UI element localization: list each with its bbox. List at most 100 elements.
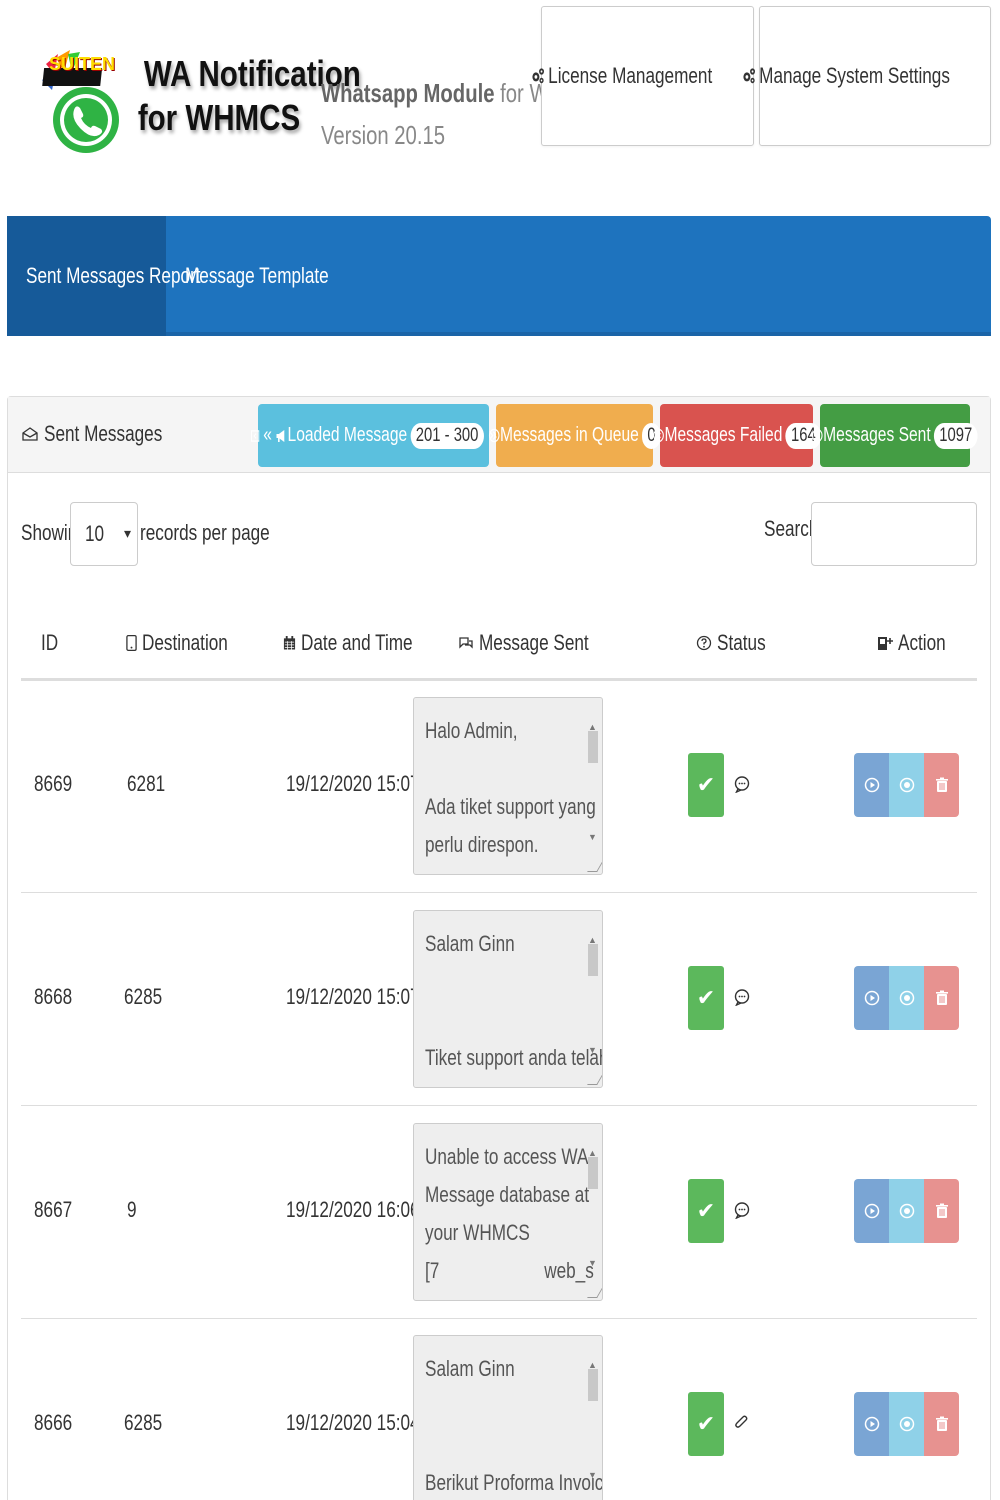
message-line: [7 web_s xyxy=(425,1258,594,1283)
resend-button[interactable] xyxy=(854,1392,889,1456)
textarea-scrollbar[interactable]: ▲ ▼ xyxy=(587,919,599,1079)
module-name: Whatsapp Module xyxy=(321,78,495,108)
column-header-destination[interactable]: Destination xyxy=(126,630,252,656)
play-circle-icon xyxy=(864,1416,879,1432)
messages-failed-badge: Messages Failed 164 xyxy=(652,404,821,467)
manage-system-settings-button[interactable]: Manage System Settings xyxy=(743,6,991,146)
message-textarea[interactable]: Halo Admin, Ada tiket support yang perlu… xyxy=(413,697,603,875)
trash-icon xyxy=(935,990,948,1005)
app-title-line2: for WHMCS xyxy=(137,97,301,138)
row-id: 8667 xyxy=(34,1197,73,1222)
panel-title-text: Sent Messages xyxy=(44,421,163,446)
column-header-status-label: Status xyxy=(717,630,766,655)
check-icon: ✔ xyxy=(696,1411,716,1436)
message-textarea[interactable]: Salam Ginn Tiket support anda telah ber.… xyxy=(413,910,603,1088)
chat-icon[interactable] xyxy=(733,775,751,793)
chat-icon[interactable] xyxy=(733,1201,751,1219)
tab-sent-messages-report[interactable]: Sent Messages Report xyxy=(7,216,201,336)
column-header-id[interactable]: ID xyxy=(41,630,63,656)
column-header-destination-label: Destination xyxy=(142,630,228,655)
message-line: Berikut Proforma Invoice xyxy=(425,1470,603,1495)
messages-failed-label: Messages Failed xyxy=(664,424,782,446)
license-management-button[interactable]: License Management xyxy=(532,6,754,146)
mobile-icon xyxy=(126,635,137,651)
status-sent-button[interactable]: ✔ xyxy=(688,966,724,1030)
tab-label: Message Template xyxy=(185,263,329,288)
row-divider xyxy=(21,892,977,893)
column-header-message[interactable]: Message Sent xyxy=(458,630,620,656)
prev-page-icon[interactable]: « xyxy=(263,424,272,447)
message-textarea[interactable]: Unable to access WA Message database at … xyxy=(413,1123,603,1301)
column-header-status[interactable]: Status xyxy=(696,630,779,656)
resend-button[interactable] xyxy=(854,966,889,1030)
row-destination: 6285 xyxy=(124,1410,163,1435)
check-icon: ✔ xyxy=(696,772,716,797)
textarea-scrollbar[interactable]: ▲ ▼ xyxy=(587,706,599,866)
gears-icon xyxy=(532,68,545,84)
column-header-action[interactable]: Action xyxy=(877,630,959,656)
resend-button[interactable] xyxy=(854,1179,889,1243)
trash-icon xyxy=(935,777,948,792)
search-input[interactable] xyxy=(811,502,977,566)
messages-sent-count: 1097 xyxy=(934,422,979,449)
row-actions xyxy=(854,1179,959,1243)
trash-icon xyxy=(935,1416,948,1431)
chevron-down-icon: ▾ xyxy=(123,525,131,541)
row-destination: 6285 xyxy=(124,984,163,1009)
paperclip-icon[interactable] xyxy=(733,1414,751,1432)
header-divider xyxy=(21,678,977,681)
clock-icon xyxy=(488,428,500,443)
message-line: Unable to access WA xyxy=(425,1144,589,1169)
stop-button[interactable] xyxy=(889,753,924,817)
first-page-icon[interactable] xyxy=(250,429,259,443)
license-management-label: License Management xyxy=(548,63,713,88)
stop-button[interactable] xyxy=(889,966,924,1030)
message-line: ber... xyxy=(425,1077,463,1087)
status-sent-button[interactable]: ✔ xyxy=(688,1179,724,1243)
message-line: Dst... xyxy=(425,864,465,874)
stop-circle-icon xyxy=(899,990,914,1006)
status-sent-button[interactable]: ✔ xyxy=(688,1392,724,1456)
tab-message-template[interactable]: Message Template xyxy=(166,216,329,336)
stop-circle-icon xyxy=(899,1416,914,1432)
module-version: Version 20.15 xyxy=(321,120,446,150)
messages-in-queue-label: Messages in Queue xyxy=(499,424,639,446)
status-sent-button[interactable]: ✔ xyxy=(688,753,724,817)
chat-icon[interactable] xyxy=(733,988,751,1006)
stop-button[interactable] xyxy=(889,1179,924,1243)
times-circle-icon xyxy=(652,428,664,443)
message-line: Message database at xyxy=(425,1182,590,1207)
column-header-datetime[interactable]: Date and Time xyxy=(283,630,444,656)
row-actions xyxy=(854,966,959,1030)
row-destination: 6281 xyxy=(127,771,166,796)
delete-button[interactable] xyxy=(924,966,959,1030)
row-actions xyxy=(854,1392,959,1456)
messages-in-queue-badge: Messages in Queue 0 xyxy=(488,404,661,467)
loaded-message-label: Loaded Message xyxy=(287,424,407,446)
textarea-scrollbar[interactable]: ▲ ▼ xyxy=(587,1344,599,1500)
check-icon: ✔ xyxy=(696,1198,716,1223)
trash-icon xyxy=(935,1203,948,1218)
loaded-message-badge: « Loaded Message 201 - 300 » xyxy=(250,404,497,467)
stop-circle-icon xyxy=(899,777,914,793)
messages-sent-badge: Messages Sent 1097 xyxy=(812,404,979,467)
resend-button[interactable] xyxy=(854,753,889,817)
delete-button[interactable] xyxy=(924,1392,959,1456)
page-size-select[interactable]: 10 ▾ xyxy=(70,502,138,566)
column-header-message-label: Message Sent xyxy=(479,630,589,655)
bullhorn-icon xyxy=(276,429,284,442)
brand-logo: SUITEN WA Notification for WHMCS xyxy=(30,28,361,163)
stop-button[interactable] xyxy=(889,1392,924,1456)
message-line: your WHMCS xyxy=(425,1220,530,1245)
delete-button[interactable] xyxy=(924,1179,959,1243)
logo-badge-text: SUITEN xyxy=(49,54,116,74)
question-circle-icon xyxy=(696,635,712,651)
play-circle-icon xyxy=(864,990,879,1006)
message-textarea[interactable]: Salam Ginn Berikut Proforma Invoice ▲ ▼ xyxy=(413,1335,603,1500)
delete-button[interactable] xyxy=(924,753,959,817)
row-id: 8666 xyxy=(34,1410,73,1435)
textarea-scrollbar[interactable]: ▲ ▼ xyxy=(587,1132,599,1292)
row-divider xyxy=(21,1105,977,1106)
row-actions xyxy=(854,753,959,817)
row-destination: 9 xyxy=(127,1197,137,1222)
